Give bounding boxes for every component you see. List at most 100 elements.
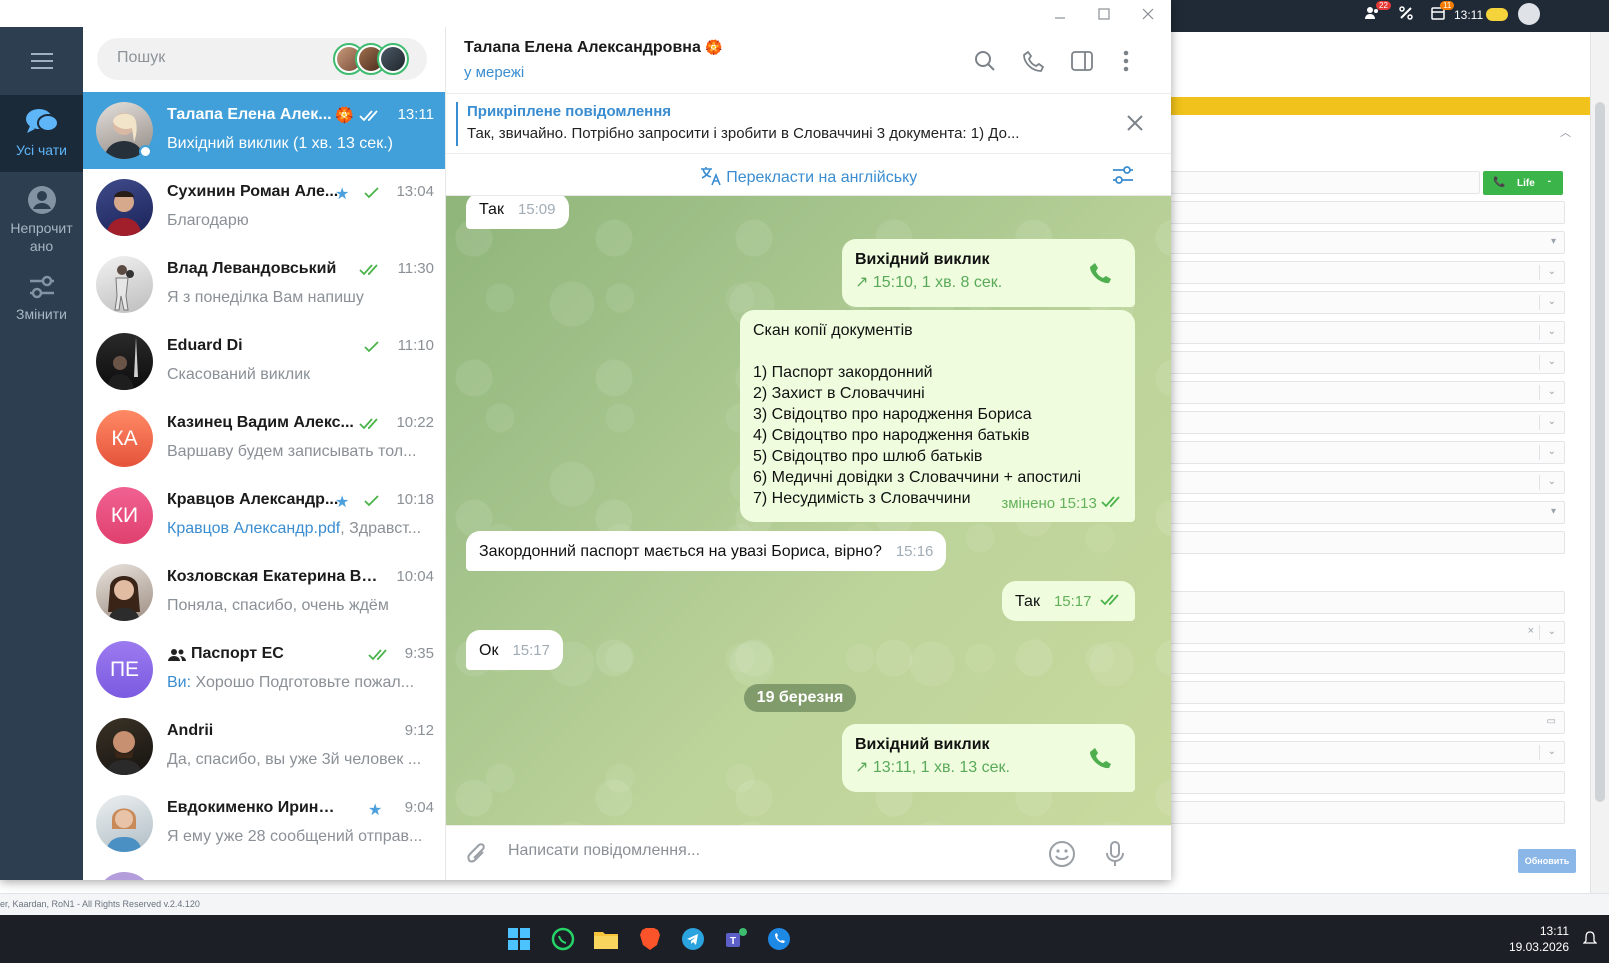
chat-preview: Ви: Хорошо Подготовьте пожал... bbox=[167, 674, 415, 691]
crm-field[interactable] bbox=[1140, 651, 1565, 674]
chat-item[interactable]: КА Казинец Вадим Алекс... 10:22 Варшаву … bbox=[83, 400, 445, 477]
search-box bbox=[97, 38, 427, 80]
windows-start-icon[interactable] bbox=[505, 925, 533, 953]
chat-item[interactable]: КИ Кравцов Александр... ★ 10:18 Кравцов … bbox=[83, 477, 445, 554]
call-message[interactable]: Вихідний виклик ↗ 13:11, 1 хв. 13 сек. bbox=[842, 724, 1135, 792]
phone-icon[interactable] bbox=[1089, 746, 1113, 776]
message-input[interactable] bbox=[508, 842, 1028, 860]
sliders-icon bbox=[29, 275, 54, 299]
chat-item[interactable]: ПЕ Паспорт ЕС 9:35 Ви: Хорошо Подготовьт… bbox=[83, 631, 445, 708]
theme-toggle[interactable] bbox=[1486, 8, 1508, 21]
chat-preview: Скасований виклик bbox=[167, 366, 311, 383]
translate-settings-button[interactable] bbox=[1111, 165, 1135, 190]
phone-icon[interactable] bbox=[1089, 261, 1113, 291]
search-button[interactable] bbox=[971, 47, 999, 75]
call-message[interactable]: Вихідний виклик ↗ 15:10, 1 хв. 8 сек. bbox=[842, 239, 1135, 307]
crm-select[interactable]: ⌄ bbox=[1140, 741, 1565, 764]
crm-select[interactable]: ⌄ bbox=[1140, 471, 1565, 494]
chat-item[interactable]: Влад Левандовський 11:30 Я з понеділка В… bbox=[83, 246, 445, 323]
file-explorer-icon[interactable] bbox=[592, 925, 620, 953]
crm-select[interactable]: ⌄ bbox=[1140, 261, 1565, 284]
minimize-button[interactable] bbox=[1038, 0, 1082, 27]
crm-field[interactable] bbox=[1140, 801, 1565, 824]
crm-date-field[interactable]: ▭ bbox=[1140, 711, 1565, 734]
crm-select[interactable]: ▾ bbox=[1140, 231, 1565, 254]
svg-text:T: T bbox=[730, 936, 736, 947]
message-list[interactable]: Так 15:09 Вихідний виклик ↗ 15:10, 1 хв. … bbox=[446, 196, 1171, 825]
chat-time: 9:04 bbox=[404, 799, 434, 816]
chat-name: Кравцов Александр... bbox=[167, 491, 339, 508]
search-input[interactable] bbox=[117, 49, 337, 67]
message-incoming[interactable]: Закордонний паспорт мається на увазі Бор… bbox=[466, 531, 947, 571]
avatar: ПЕ bbox=[96, 641, 153, 698]
stories-row[interactable] bbox=[333, 43, 413, 75]
message-incoming[interactable]: Ок 15:17 bbox=[466, 630, 563, 670]
crm-select[interactable]: ▾ bbox=[1140, 501, 1565, 524]
story-avatar[interactable] bbox=[377, 43, 409, 75]
teams-icon[interactable]: T bbox=[722, 925, 750, 953]
whatsapp-icon[interactable] bbox=[549, 925, 577, 953]
brave-browser-icon[interactable] bbox=[636, 925, 664, 953]
chat-item[interactable]: Andrii 9:12 Да, спасибо, вы уже 3й челов… bbox=[83, 708, 445, 785]
translate-button[interactable]: Перекласти на англійську bbox=[446, 166, 1171, 187]
read-checks-icon bbox=[359, 109, 381, 127]
system-clock[interactable]: 13:11 19.03.2026 bbox=[1509, 923, 1569, 955]
percent-icon[interactable] bbox=[1398, 5, 1414, 24]
sidebar-toggle-button[interactable] bbox=[1068, 47, 1096, 75]
telegram-icon[interactable] bbox=[679, 925, 707, 953]
close-window-button[interactable] bbox=[1126, 0, 1170, 27]
chat-title[interactable]: Талапа Елена Александровна 🏵️ bbox=[464, 39, 723, 57]
crm-select[interactable]: ⌄ bbox=[1140, 351, 1565, 374]
pinned-message[interactable]: Прикріплене повідомлення Так, звичайно. … bbox=[446, 94, 1171, 154]
notification-icon[interactable] bbox=[1582, 931, 1598, 952]
message-outgoing[interactable]: Так 15:17 bbox=[1002, 581, 1135, 621]
user-avatar[interactable] bbox=[1518, 3, 1540, 25]
crm-update-button[interactable]: Обновить bbox=[1518, 849, 1576, 873]
crm-select[interactable]: ⌄ bbox=[1140, 441, 1565, 464]
crm-call-button[interactable]: 📞 Life - bbox=[1483, 171, 1563, 195]
hamburger-icon bbox=[30, 53, 53, 69]
crm-field[interactable] bbox=[1140, 771, 1565, 794]
chat-header: Талапа Елена Александровна 🏵️ у мережі bbox=[446, 27, 1171, 94]
chat-item[interactable]: Сухинин Роман Але... ★ 13:04 Благодарю bbox=[83, 169, 445, 246]
maximize-button[interactable] bbox=[1082, 0, 1126, 27]
message-outgoing[interactable]: Скан копії документів 1) Паспорт закордо… bbox=[740, 310, 1135, 522]
folder-unread[interactable]: Непрочит ано bbox=[0, 179, 83, 261]
more-menu-button[interactable] bbox=[1112, 47, 1140, 75]
folder-all-chats[interactable]: Усі чати bbox=[0, 95, 83, 172]
avatar: КИ bbox=[96, 487, 153, 544]
chat-item[interactable]: Евдокименко Ирина Ви... ★ 9:04 Я ему уже… bbox=[83, 785, 445, 862]
chat-time: 10:18 bbox=[396, 491, 434, 508]
chat-item[interactable]: Талапа Елена Алек... 🏵️ 13:11 Вихідний в… bbox=[83, 92, 445, 169]
attach-button[interactable] bbox=[462, 839, 492, 869]
menu-button[interactable] bbox=[0, 27, 83, 95]
call-button[interactable] bbox=[1020, 47, 1048, 75]
message-incoming[interactable]: Так 15:09 bbox=[466, 196, 569, 229]
crm-field[interactable] bbox=[1140, 201, 1565, 224]
crm-field[interactable] bbox=[1140, 681, 1565, 704]
phone-app-icon[interactable] bbox=[765, 925, 793, 953]
crm-select[interactable]: ⌄ × bbox=[1140, 621, 1565, 644]
edit-folders-button[interactable]: Змінити bbox=[0, 273, 83, 333]
crm-scrollbar[interactable] bbox=[1590, 32, 1609, 915]
chat-time: 13:04 bbox=[396, 183, 434, 200]
chat-area: Талапа Елена Александровна 🏵️ у мережі П… bbox=[446, 27, 1171, 880]
crm-select[interactable]: ⌄ bbox=[1140, 321, 1565, 344]
chat-time: 10:22 bbox=[396, 414, 434, 431]
crm-select[interactable]: ⌄ bbox=[1140, 381, 1565, 404]
chat-item[interactable]: Козловская Екатерина Вл... 10:04 Поняла,… bbox=[83, 554, 445, 631]
close-pinned-button[interactable] bbox=[1126, 114, 1144, 137]
crm-field[interactable] bbox=[1140, 591, 1565, 614]
collapse-icon[interactable]: ︿ bbox=[1560, 124, 1571, 140]
voice-message-button[interactable] bbox=[1100, 839, 1130, 869]
emoji-status-icon: 🏵️ bbox=[705, 39, 723, 55]
crm-footer: er, Kaardan, RoN1 - All Rights Reserved … bbox=[0, 893, 1609, 915]
crm-select[interactable]: ⌄ bbox=[1140, 411, 1565, 434]
taskbar: T 13:11 19.03.2026 bbox=[0, 915, 1609, 963]
crm-phone-field[interactable] bbox=[1140, 171, 1480, 194]
emoji-button[interactable] bbox=[1047, 839, 1077, 869]
crm-select[interactable]: ⌄ bbox=[1140, 291, 1565, 314]
crm-field[interactable] bbox=[1140, 531, 1565, 554]
chat-item[interactable]: Eduard Di 11:10 Скасований виклик bbox=[83, 323, 445, 400]
sent-check-icon bbox=[364, 494, 380, 512]
